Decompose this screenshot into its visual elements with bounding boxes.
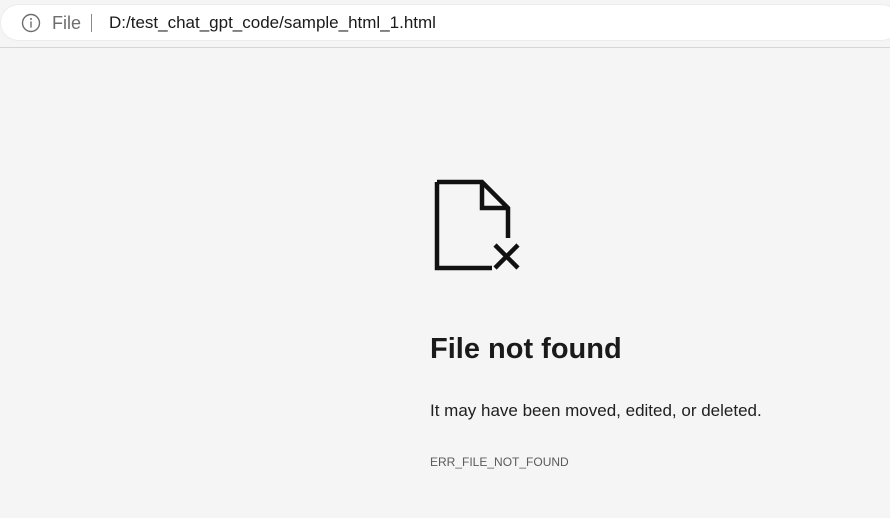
site-scheme-label[interactable]: File [52,13,81,33]
file-not-found-icon [432,178,524,272]
error-code: ERR_FILE_NOT_FOUND [430,455,569,469]
error-title: File not found [430,333,622,365]
info-icon[interactable] [21,13,41,33]
address-separator [91,14,92,32]
error-message: It may have been moved, edited, or delet… [430,401,762,420]
url-text[interactable]: D:/test_chat_gpt_code/sample_html_1.html [109,13,436,33]
address-bar[interactable]: File D:/test_chat_gpt_code/sample_html_1… [0,4,890,41]
browser-toolbar: File D:/test_chat_gpt_code/sample_html_1… [0,0,890,48]
